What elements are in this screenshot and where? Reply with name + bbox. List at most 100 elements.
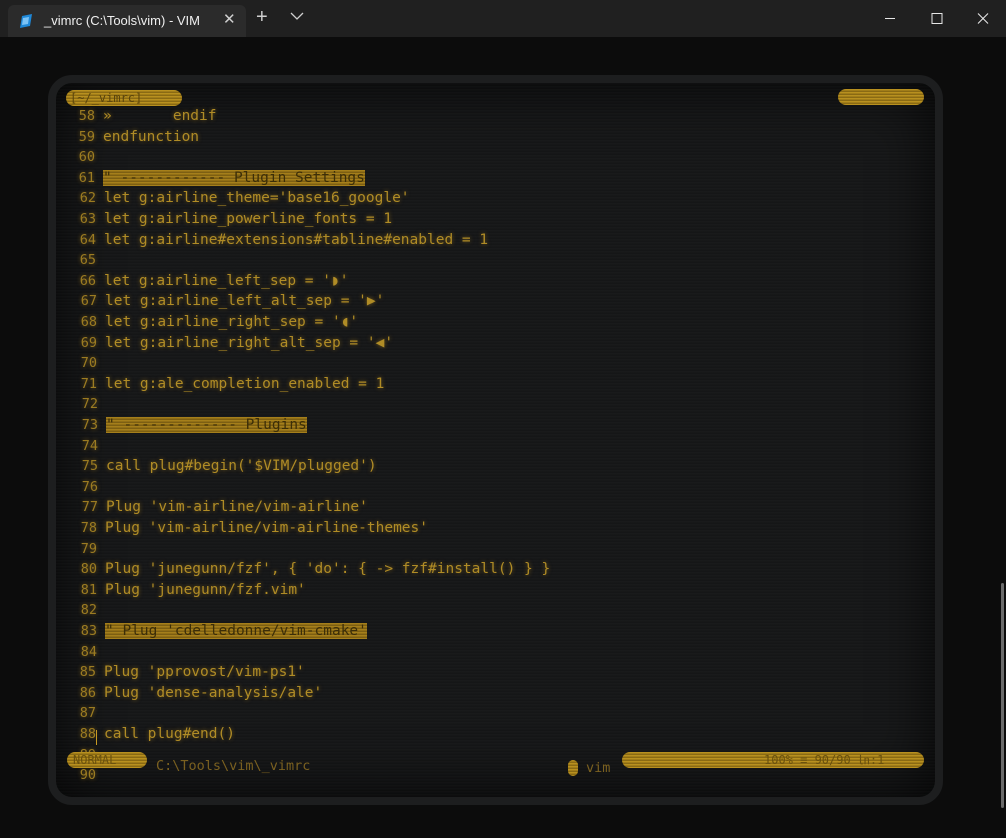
line-number: 76 [81, 479, 98, 495]
code-text: let g:ale_completion_enabled = 1 [105, 376, 385, 392]
line-number: 67 [80, 293, 97, 309]
code-line[interactable]: 60 [71, 149, 103, 165]
terminal-icon [20, 14, 32, 28]
code-line[interactable]: 72 [74, 396, 106, 412]
code-line[interactable]: 63 let g:airline_powerline_fonts = 1 [72, 211, 392, 227]
line-number: 79 [80, 541, 97, 557]
line-number: 78 [80, 520, 97, 536]
line-number: 75 [81, 458, 98, 474]
title-bar: _vimrc (C:\Tools\vim) - VIM ✕ + [0, 0, 1006, 37]
line-number: 71 [80, 376, 97, 392]
code-line[interactable]: 86 Plug 'dense-analysis/ale' [72, 685, 323, 701]
code-line[interactable]: 73 " ------------- Plugins [74, 417, 307, 433]
code-text: let g:airline_theme='base16_google' [104, 190, 410, 206]
maximize-icon[interactable] [914, 0, 960, 37]
line-number: 63 [79, 211, 96, 227]
code-text: let g:airline#extensions#tabline#enabled… [104, 232, 489, 248]
comment-highlight: " Plug 'cdelledonne/vim-cmake' [105, 623, 367, 639]
code-line[interactable]: 85 Plug 'pprovost/vim-ps1' [72, 664, 305, 680]
code-line[interactable]: 77 Plug 'vim-airline/vim-airline' [74, 499, 368, 515]
close-window-icon[interactable] [960, 0, 1006, 37]
close-tab-icon[interactable]: ✕ [223, 10, 236, 28]
line-number: 69 [80, 335, 97, 351]
tabline-buffer[interactable]: [~/_vimrc] [66, 90, 182, 106]
code-line[interactable]: 58 » endif [71, 108, 217, 124]
code-text: Plug 'dense-analysis/ale' [104, 685, 323, 701]
code-text: Plug 'vim-airline/vim-airline-themes' [105, 520, 429, 536]
code-line[interactable]: 68 let g:airline_right_sep = '◖' [73, 314, 358, 330]
line-number: 66 [79, 273, 96, 289]
code-line[interactable]: 69 let g:airline_right_alt_sep = '◀' [73, 335, 393, 351]
code-line[interactable]: 76 [74, 479, 106, 495]
code-text: let g:airline_right_sep = '◖' [105, 314, 359, 330]
line-number: 84 [80, 644, 97, 660]
line-number: 65 [79, 252, 96, 268]
code-text: let g:airline_powerline_fonts = 1 [104, 211, 393, 227]
mode-indicator: NORMAL [67, 752, 147, 768]
line-number: 81 [80, 582, 97, 598]
code-line[interactable]: 59 endfunction [71, 129, 199, 145]
line-number: 70 [80, 355, 97, 371]
new-tab-button[interactable]: + [256, 7, 268, 27]
scrollbar[interactable] [1001, 583, 1004, 808]
code-text: let g:airline_left_alt_sep = '▶' [105, 293, 385, 309]
line-number: 60 [78, 149, 95, 165]
line-number: 83 [80, 623, 97, 639]
line-number: 58 [78, 108, 95, 124]
code-line[interactable]: 64 let g:airline#extensions#tabline#enabl… [72, 232, 488, 248]
line-number: 86 [79, 685, 96, 701]
code-text: endfunction [103, 129, 200, 145]
line-number: 87 [79, 705, 96, 721]
code-line[interactable]: 80 Plug 'junegunn/fzf', { 'do': { -> fzf#… [73, 561, 550, 577]
code-line[interactable]: 90 [72, 767, 104, 783]
code-line[interactable]: 74 [74, 438, 106, 454]
chevron-down-icon[interactable] [290, 11, 304, 21]
code-text: Plug 'junegunn/fzf.vim' [105, 582, 306, 598]
tab-title: _vimrc (C:\Tools\vim) - VIM [44, 13, 200, 28]
line-number: 61 [78, 170, 95, 186]
code-line[interactable]: 81 Plug 'junegunn/fzf.vim' [73, 582, 306, 598]
code-line[interactable]: 82 [73, 602, 105, 618]
line-number: 85 [79, 664, 96, 680]
code-text: let g:airline_left_sep = '◗' [104, 273, 349, 289]
code-line[interactable]: 78 Plug 'vim-airline/vim-airline-themes' [73, 520, 428, 536]
code-line[interactable]: 65 [72, 252, 104, 268]
text-cursor [96, 730, 97, 745]
code-line[interactable]: 79 [73, 541, 105, 557]
line-number: 64 [79, 232, 96, 248]
code-text: Plug 'junegunn/fzf', { 'do': { -> fzf#in… [105, 561, 551, 577]
line-number: 74 [81, 438, 98, 454]
code-line[interactable]: 83 " Plug 'cdelledonne/vim-cmake' [73, 623, 367, 639]
line-number: 73 [81, 417, 98, 433]
line-number: 59 [78, 129, 95, 145]
code-line[interactable]: 61 " ------------ Plugin Settings [71, 170, 365, 186]
line-number: 77 [81, 499, 98, 515]
minimize-icon[interactable] [867, 0, 913, 37]
status-filename: C:\Tools\vim\_vimrc [156, 758, 311, 774]
code-text: » endif [103, 108, 217, 124]
code-line[interactable]: 70 [73, 355, 105, 371]
line-number: 68 [80, 314, 97, 330]
code-line[interactable]: 66 let g:airline_left_sep = '◗' [72, 273, 349, 289]
status-separator [568, 760, 578, 776]
line-number: 72 [81, 396, 98, 412]
status-position: 100% ≡ 90/90 ㏑:1 [622, 752, 924, 768]
code-line[interactable]: 67 let g:airline_left_alt_sep = '▶' [73, 293, 385, 309]
code-line[interactable]: 71 let g:ale_completion_enabled = 1 [73, 376, 385, 392]
code-text: Plug 'vim-airline/vim-airline' [106, 499, 368, 515]
line-number: 80 [80, 561, 97, 577]
status-filetype: vim [586, 760, 611, 776]
code-line[interactable]: 87 [72, 705, 104, 721]
comment-highlight: " ------------ Plugin Settings [103, 170, 365, 186]
line-number: 90 [79, 767, 96, 783]
code-line[interactable]: 84 [73, 644, 105, 660]
code-text: let g:airline_right_alt_sep = '◀' [105, 335, 394, 351]
comment-highlight: " ------------- Plugins [106, 417, 307, 433]
line-number: 82 [80, 602, 97, 618]
code-text: call plug#begin('$VIM/plugged') [106, 458, 377, 474]
code-text: call plug#end() [104, 726, 235, 742]
code-line[interactable]: 62 let g:airline_theme='base16_google' [72, 190, 410, 206]
tab-vimrc[interactable]: _vimrc (C:\Tools\vim) - VIM ✕ [8, 5, 246, 37]
code-line[interactable]: 75 call plug#begin('$VIM/plugged') [74, 458, 377, 474]
tabline-right [838, 89, 924, 105]
